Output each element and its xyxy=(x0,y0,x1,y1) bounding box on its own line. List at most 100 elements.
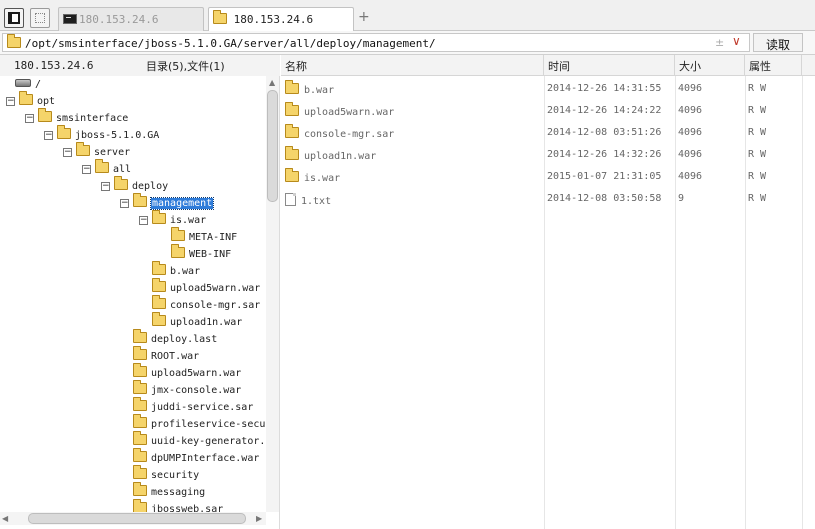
collapse-toggle-icon[interactable]: − xyxy=(101,182,110,191)
scroll-right-icon[interactable]: ▶ xyxy=(256,514,262,523)
folder-icon xyxy=(133,482,147,496)
file-name-cell: 1.txt xyxy=(285,193,331,207)
file-attributes: R W xyxy=(748,193,767,204)
tree-node[interactable]: jbossweb.sar xyxy=(133,499,223,512)
tree-node[interactable]: upload5warn.war xyxy=(152,278,260,298)
folder-icon xyxy=(285,80,299,94)
file-row[interactable]: upload5warn.war 2014-12-26 14:24:22 4096 R … xyxy=(281,101,802,123)
tree-node-label: is.war xyxy=(170,215,207,226)
tree-node[interactable]: WEB-INF xyxy=(171,244,231,264)
file-row[interactable]: is.war 2015-01-07 21:31:05 4096 R W xyxy=(281,167,802,189)
host-label: 180.153.24.6 xyxy=(14,59,94,72)
file-row[interactable]: b.war 2014-12-26 14:31:55 4096 R W xyxy=(281,79,802,101)
file-name-cell: console-mgr.sar xyxy=(285,124,394,140)
tree-node[interactable]: META-INF xyxy=(171,227,237,247)
tree-node[interactable]: security xyxy=(133,465,200,485)
directory-tree-panel: 180.153.24.6 目录(5),文件(1) / − opt − smsinterf… xyxy=(0,55,280,529)
column-header-time[interactable]: 时间 xyxy=(544,55,675,76)
tree-node-label: juddi-service.sar xyxy=(151,402,254,413)
file-row[interactable]: upload1n.war 2014-12-26 14:32:26 4096 R W xyxy=(281,145,802,167)
file-attributes: R W xyxy=(748,127,767,138)
collapse-toggle-icon[interactable]: − xyxy=(120,199,129,208)
scroll-thumb[interactable] xyxy=(267,90,278,202)
layout-button[interactable] xyxy=(30,8,50,28)
tree-node-label: console-mgr.sar xyxy=(170,300,261,311)
scroll-left-icon[interactable]: ◀ xyxy=(2,514,8,523)
add-tab-button[interactable]: + xyxy=(358,9,370,25)
tree-node[interactable]: − smsinterface xyxy=(25,108,128,128)
folder-icon xyxy=(152,312,166,326)
tree-node[interactable]: ROOT.war xyxy=(133,346,199,366)
folder-icon xyxy=(133,380,147,394)
tree-node[interactable]: dpUMPInterface.war xyxy=(133,448,260,468)
pin-icon[interactable]: ± xyxy=(715,36,724,49)
folder-icon xyxy=(133,448,147,462)
tree-node[interactable]: upload1n.war xyxy=(152,312,242,332)
tree-node[interactable]: deploy.last xyxy=(133,329,218,349)
column-divider xyxy=(802,76,803,529)
tree-node[interactable]: − management xyxy=(120,193,215,213)
path-dropdown-icon[interactable]: ∨ xyxy=(732,34,741,48)
collapse-toggle-icon[interactable]: − xyxy=(82,165,91,174)
tree-node-label: management xyxy=(149,197,215,210)
tree-node[interactable]: − jboss-5.1.0.GA xyxy=(44,125,159,145)
file-attributes: R W xyxy=(748,105,767,116)
drive-icon xyxy=(15,79,31,87)
folder-icon xyxy=(133,465,147,479)
tree-node-label: jmx-console.war xyxy=(151,385,242,396)
tree-horizontal-scrollbar[interactable]: ◀ ▶ xyxy=(0,512,266,525)
tree-node[interactable]: jmx-console.war xyxy=(133,380,242,400)
tree-node-label: profileservice-secu xyxy=(151,419,266,430)
tree-node[interactable]: − opt xyxy=(6,91,55,111)
collapse-toggle-icon[interactable]: − xyxy=(25,114,34,123)
file-name-cell: upload5warn.war xyxy=(285,102,394,118)
file-name: upload1n.war xyxy=(304,151,377,162)
tree-header: 180.153.24.6 目录(5),文件(1) xyxy=(0,55,280,76)
read-button[interactable]: 读取 xyxy=(753,33,803,52)
scroll-thumb[interactable] xyxy=(28,513,246,524)
tab-label: 180.153.24.6 xyxy=(79,13,159,26)
folder-icon xyxy=(133,431,147,445)
tree-node[interactable]: − all xyxy=(82,159,132,179)
tree-node-label: server xyxy=(94,147,131,158)
file-size: 9 xyxy=(678,193,685,204)
file-name-cell: is.war xyxy=(285,168,341,184)
tree-node[interactable]: uuid-key-generator. xyxy=(133,431,265,451)
sidebar-icon xyxy=(8,12,20,24)
file-name: is.war xyxy=(304,173,341,184)
collapse-toggle-icon[interactable]: − xyxy=(139,216,148,225)
path-input[interactable]: /opt/smsinterface/jboss-5.1.0.GA/server/… xyxy=(2,33,750,52)
column-header-attributes[interactable]: 属性 xyxy=(745,55,802,76)
scroll-up-icon[interactable]: ▲ xyxy=(269,78,275,87)
column-header-name[interactable]: 名称 xyxy=(281,55,544,76)
toggle-sidebar-button[interactable] xyxy=(4,8,24,28)
file-row[interactable]: console-mgr.sar 2014-12-08 03:51:26 4096 R … xyxy=(281,123,802,145)
collapse-toggle-icon[interactable]: − xyxy=(44,131,53,140)
folder-icon xyxy=(152,261,166,275)
tree-node[interactable]: messaging xyxy=(133,482,205,502)
folder-icon xyxy=(114,176,128,190)
tree-node[interactable]: console-mgr.sar xyxy=(152,295,261,315)
collapse-toggle-icon[interactable]: − xyxy=(63,148,72,157)
tree-node-label: dpUMPInterface.war xyxy=(151,453,260,464)
tab-terminal[interactable]: 180.153.24.6 xyxy=(58,7,204,31)
tree-node-label: deploy.last xyxy=(151,334,218,345)
tree-node[interactable]: juddi-service.sar xyxy=(133,397,254,417)
tab-file-manager[interactable]: 180.153.24.6 xyxy=(208,7,354,32)
tree-node[interactable]: profileservice-secu xyxy=(133,414,266,434)
folder-icon xyxy=(152,210,166,224)
tree-node[interactable]: upload5warn.war xyxy=(133,363,241,383)
file-size: 4096 xyxy=(678,149,703,160)
file-time: 2015-01-07 21:31:05 xyxy=(547,171,662,182)
file-row[interactable]: 1.txt 2014-12-08 03:50:58 9 R W xyxy=(281,189,802,211)
folder-icon xyxy=(133,499,147,512)
file-time: 2014-12-26 14:31:55 xyxy=(547,83,662,94)
column-header-size[interactable]: 大小 xyxy=(675,55,745,76)
tree-node-label: all xyxy=(113,164,132,175)
tree-node-label: security xyxy=(151,470,200,481)
folder-icon xyxy=(285,124,299,138)
folder-icon xyxy=(19,91,33,105)
tree-vertical-scrollbar[interactable]: ▲ xyxy=(266,76,279,512)
collapse-toggle-icon[interactable]: − xyxy=(6,97,15,106)
file-name-cell: b.war xyxy=(285,80,334,96)
